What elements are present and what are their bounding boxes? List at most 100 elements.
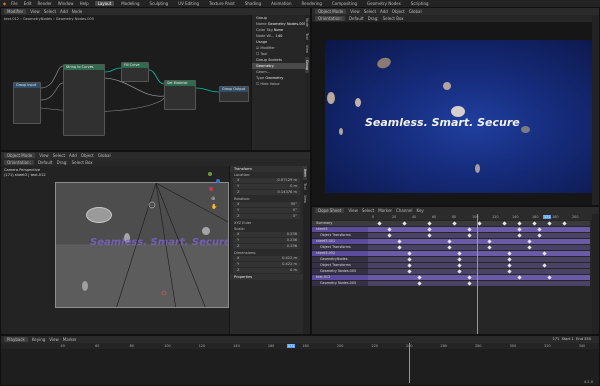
dopesheet-menu-dope-sheet[interactable]: Dope Sheet	[315, 208, 345, 213]
location-x-field[interactable]: X -0.07129 m	[233, 178, 300, 183]
channel-geometrynodes[interactable]: GeometryNodes	[312, 257, 368, 262]
keyframe-icon[interactable]	[562, 221, 567, 226]
zoom-icon[interactable]: ⊕	[211, 196, 215, 202]
dope-sheet[interactable]: Dope Sheet View Select Marker Channel Key 0 20…	[311, 206, 600, 335]
keyframe-icon[interactable]	[407, 263, 412, 268]
viewport-menu-object[interactable]: Object	[81, 153, 94, 158]
keyframe-icon[interactable]	[457, 269, 462, 274]
channel-text-012[interactable]: text.012	[312, 275, 368, 280]
render-sub-default[interactable]: Default	[349, 16, 364, 21]
channel-geometry-nodes-005[interactable]: Geometry Nodes.005	[312, 281, 368, 286]
timeline-playhead[interactable]	[409, 343, 410, 383]
3d-viewport[interactable]: Object Mode View Select Add Object Global Ori…	[0, 151, 311, 335]
keyframe-icon[interactable]	[467, 275, 472, 280]
node-string-to-curves[interactable]: String to Curves	[63, 64, 105, 136]
node-group-output[interactable]: Group Output	[219, 86, 249, 102]
render-menu-select[interactable]: Select	[364, 9, 376, 14]
dopesheet-menu-channel[interactable]: Channel	[396, 208, 412, 213]
render-menu-object[interactable]: Object	[392, 9, 405, 14]
keyframe-icon[interactable]	[397, 239, 402, 244]
workspace-tab-sculpting[interactable]: Sculpting	[147, 1, 172, 6]
workspace-tab-modeling[interactable]: Modeling	[118, 1, 142, 6]
pan-icon[interactable]: ✋	[211, 204, 217, 210]
keyframe-icon[interactable]	[542, 251, 547, 256]
keyframe-icon[interactable]	[507, 257, 512, 262]
workspace-tab-compositing[interactable]: Compositing	[329, 1, 360, 6]
render-sub-select-box[interactable]: Select Box	[383, 16, 404, 21]
properties-heading[interactable]: Properties	[230, 274, 303, 280]
hide-value-checkbox[interactable]: ☐ Hide Value	[252, 81, 305, 87]
viewport-menu-view[interactable]: View	[39, 153, 49, 158]
keyframe-icon[interactable]	[397, 245, 402, 250]
dimensions-z-field[interactable]: Z 0 m	[233, 268, 300, 273]
keyframe-icon[interactable]	[467, 233, 472, 238]
keyframe-icon[interactable]	[517, 275, 522, 280]
render-menu-add[interactable]: Add	[380, 9, 388, 14]
keyframe-icon[interactable]	[417, 275, 422, 280]
keyframe-icon[interactable]	[507, 269, 512, 274]
viewport-menu-global[interactable]: Global	[98, 153, 111, 158]
sidebar-tab-tool[interactable]: Tool	[305, 30, 309, 43]
field-value[interactable]: Geometry Nodes.005	[268, 22, 306, 26]
keyframe-icon[interactable]	[427, 221, 432, 226]
keyframe-icon[interactable]	[542, 263, 547, 268]
viewport-sub-select-box[interactable]: Select Box	[72, 160, 93, 165]
render-sub-orientation-[interactable]: Orientation:	[315, 16, 345, 21]
viewport-menu-select[interactable]: Select	[53, 153, 65, 158]
timeline-menu-marker[interactable]: Marker	[63, 337, 77, 342]
navigation-gizmo[interactable]	[202, 170, 222, 194]
keyframe-icon[interactable]	[467, 281, 472, 286]
channel-object-transforms[interactable]: Object Transforms	[312, 233, 368, 238]
render-menu-view[interactable]: View	[350, 9, 360, 14]
keyframe-icon[interactable]	[527, 239, 532, 244]
render-view[interactable]: Object Mode View Select Add Object Global Ori…	[311, 7, 600, 206]
keyframe-icon[interactable]	[457, 257, 462, 262]
keyframe-icon[interactable]	[537, 233, 542, 238]
menu-render[interactable]: Render	[38, 1, 52, 6]
channel-sheet3[interactable]: sheet3	[312, 227, 368, 232]
viewport-sub-default[interactable]: Default	[38, 160, 53, 165]
keyframe-icon[interactable]	[487, 239, 492, 244]
sidebar-tab-view[interactable]: View	[303, 192, 307, 206]
keyframe-icon[interactable]	[487, 245, 492, 250]
rotation-z-field[interactable]: Z 0°	[233, 214, 300, 219]
workspace-tab-scripting[interactable]: Scripting	[408, 1, 432, 6]
sidebar-tab-node[interactable]: Node	[305, 15, 309, 30]
menu-file[interactable]: File	[11, 1, 18, 6]
scale-x-field[interactable]: X 0.236	[233, 232, 300, 237]
sidebar-tab-view[interactable]: View	[305, 42, 309, 56]
node-fill-curve[interactable]: Fill Curve	[121, 62, 149, 82]
channel-object-transforms[interactable]: Object Transforms	[312, 263, 368, 268]
scale-y-field[interactable]: Y 0.236	[233, 238, 300, 243]
timeline-menu-keying[interactable]: Keying	[32, 337, 45, 342]
scale-z-field[interactable]: Z 0.236	[233, 244, 300, 249]
workspace-tab-shading[interactable]: Shading	[242, 1, 264, 6]
dimensions-y-field[interactable]: Y 0.422 m	[233, 262, 300, 267]
keyframe-icon[interactable]	[502, 221, 507, 226]
keyframe-icon[interactable]	[467, 227, 472, 232]
keyframe-icon[interactable]	[427, 233, 432, 238]
field-value[interactable]: 140	[276, 34, 283, 38]
keyframe-icon[interactable]	[427, 227, 432, 232]
keyframe-icon[interactable]	[402, 221, 407, 226]
field-value[interactable]: None	[274, 28, 283, 32]
dopesheet-menu-marker[interactable]: Marker	[378, 208, 392, 213]
keyframe-icon[interactable]	[547, 275, 552, 280]
keyframe-icon[interactable]	[452, 221, 457, 226]
keyframe-icon[interactable]	[387, 227, 392, 232]
workspace-tab-rendering[interactable]: Rendering	[299, 1, 325, 6]
keyframe-icon[interactable]	[507, 263, 512, 268]
dopesheet-menu-key[interactable]: Key	[416, 208, 423, 213]
render-sub-drag-[interactable]: Drag:	[368, 16, 379, 21]
render-menu-object-mode[interactable]: Object Mode	[315, 9, 347, 14]
rotation-x-field[interactable]: X 90°	[233, 202, 300, 207]
current-frame-field[interactable]: 171	[552, 337, 559, 341]
workspace-tab-uv-editing[interactable]: UV Editing	[175, 1, 202, 6]
channel-sheet3-002[interactable]: sheet3.002	[312, 251, 368, 256]
keyframe-icon[interactable]	[517, 233, 522, 238]
workspace-tab-geometry-nodes[interactable]: Geometry Nodes	[364, 1, 404, 6]
keyframe-icon[interactable]	[537, 227, 542, 232]
workspace-tab-texture-paint[interactable]: Texture Paint	[206, 1, 238, 6]
keyframe-icon[interactable]	[447, 239, 452, 244]
timeline[interactable]: Playback Keying View Marker 171 Start 1 End…	[0, 335, 600, 386]
